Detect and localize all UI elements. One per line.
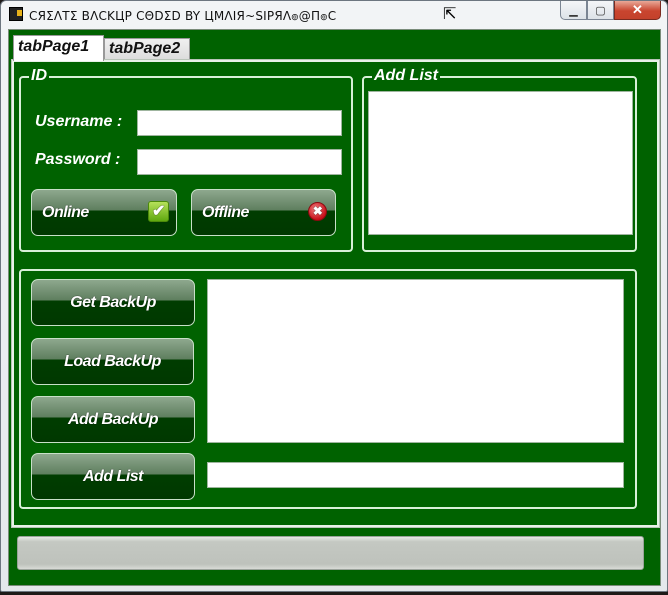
add-backup-label: Add BackUp — [67, 410, 159, 428]
load-backup-button[interactable]: Load BackUp — [31, 338, 194, 385]
title-bar[interactable]: CЯΣΛTΣ BΛCKЦP CΘDΣD BY ЦMΛIЯ~SIPЯΛ๏@Π๏C … — [1, 1, 667, 29]
progress-bar — [17, 536, 644, 570]
add-list-group-legend: Add List — [372, 67, 440, 84]
tab-page1[interactable]: tabPage1 — [13, 35, 104, 61]
add-list-button-label: Add List — [83, 467, 144, 485]
window-title: CЯΣΛTΣ BΛCKЦP CΘDΣD BY ЦMΛIЯ~SIPЯΛ๏@Π๏C — [29, 9, 337, 23]
id-groupbox: ID Username : Password : Online ✔ Offlin… — [19, 68, 353, 252]
password-input[interactable] — [137, 149, 342, 175]
minimize-button[interactable]: ▁ — [560, 1, 587, 20]
tab-panel: ID Username : Password : Online ✔ Offlin… — [11, 59, 660, 528]
maximize-button[interactable]: ▢ — [587, 1, 614, 20]
online-button-label: Online — [42, 203, 89, 221]
form-client-area: tabPage1 tabPage2 ID Username : Password… — [8, 29, 661, 586]
get-backup-button[interactable]: Get BackUp — [31, 279, 195, 326]
tab-page2[interactable]: tabPage2 — [104, 38, 190, 60]
username-label: Username : — [35, 113, 123, 130]
username-input[interactable] — [137, 110, 342, 136]
app-icon — [9, 7, 23, 21]
add-backup-button[interactable]: Add BackUp — [31, 396, 195, 443]
add-list-input[interactable] — [207, 462, 624, 488]
mouse-cursor-icon: ⇱ — [443, 6, 457, 23]
app-window: CЯΣΛTΣ BΛCKЦP CΘDΣD BY ЦMΛIЯ~SIPЯΛ๏@Π๏C … — [0, 0, 668, 592]
offline-button-label: Offline — [202, 203, 249, 221]
add-list-listbox[interactable] — [368, 91, 633, 235]
password-label: Password : — [35, 151, 121, 168]
add-list-groupbox: Add List — [362, 68, 637, 252]
backup-output-textarea[interactable] — [207, 279, 624, 443]
offline-button[interactable]: Offline ✖ — [191, 189, 336, 236]
online-button[interactable]: Online ✔ — [31, 189, 177, 236]
get-backup-label: Get BackUp — [70, 293, 156, 311]
add-list-button[interactable]: Add List — [31, 453, 195, 500]
close-button[interactable]: ✕ — [614, 1, 661, 20]
id-group-legend: ID — [29, 67, 49, 84]
load-backup-label: Load BackUp — [64, 352, 161, 370]
backup-groupbox: Get BackUp Load BackUp Add BackUp Add Li… — [19, 269, 637, 509]
x-circle-icon: ✖ — [308, 202, 327, 221]
check-icon: ✔ — [148, 201, 169, 222]
